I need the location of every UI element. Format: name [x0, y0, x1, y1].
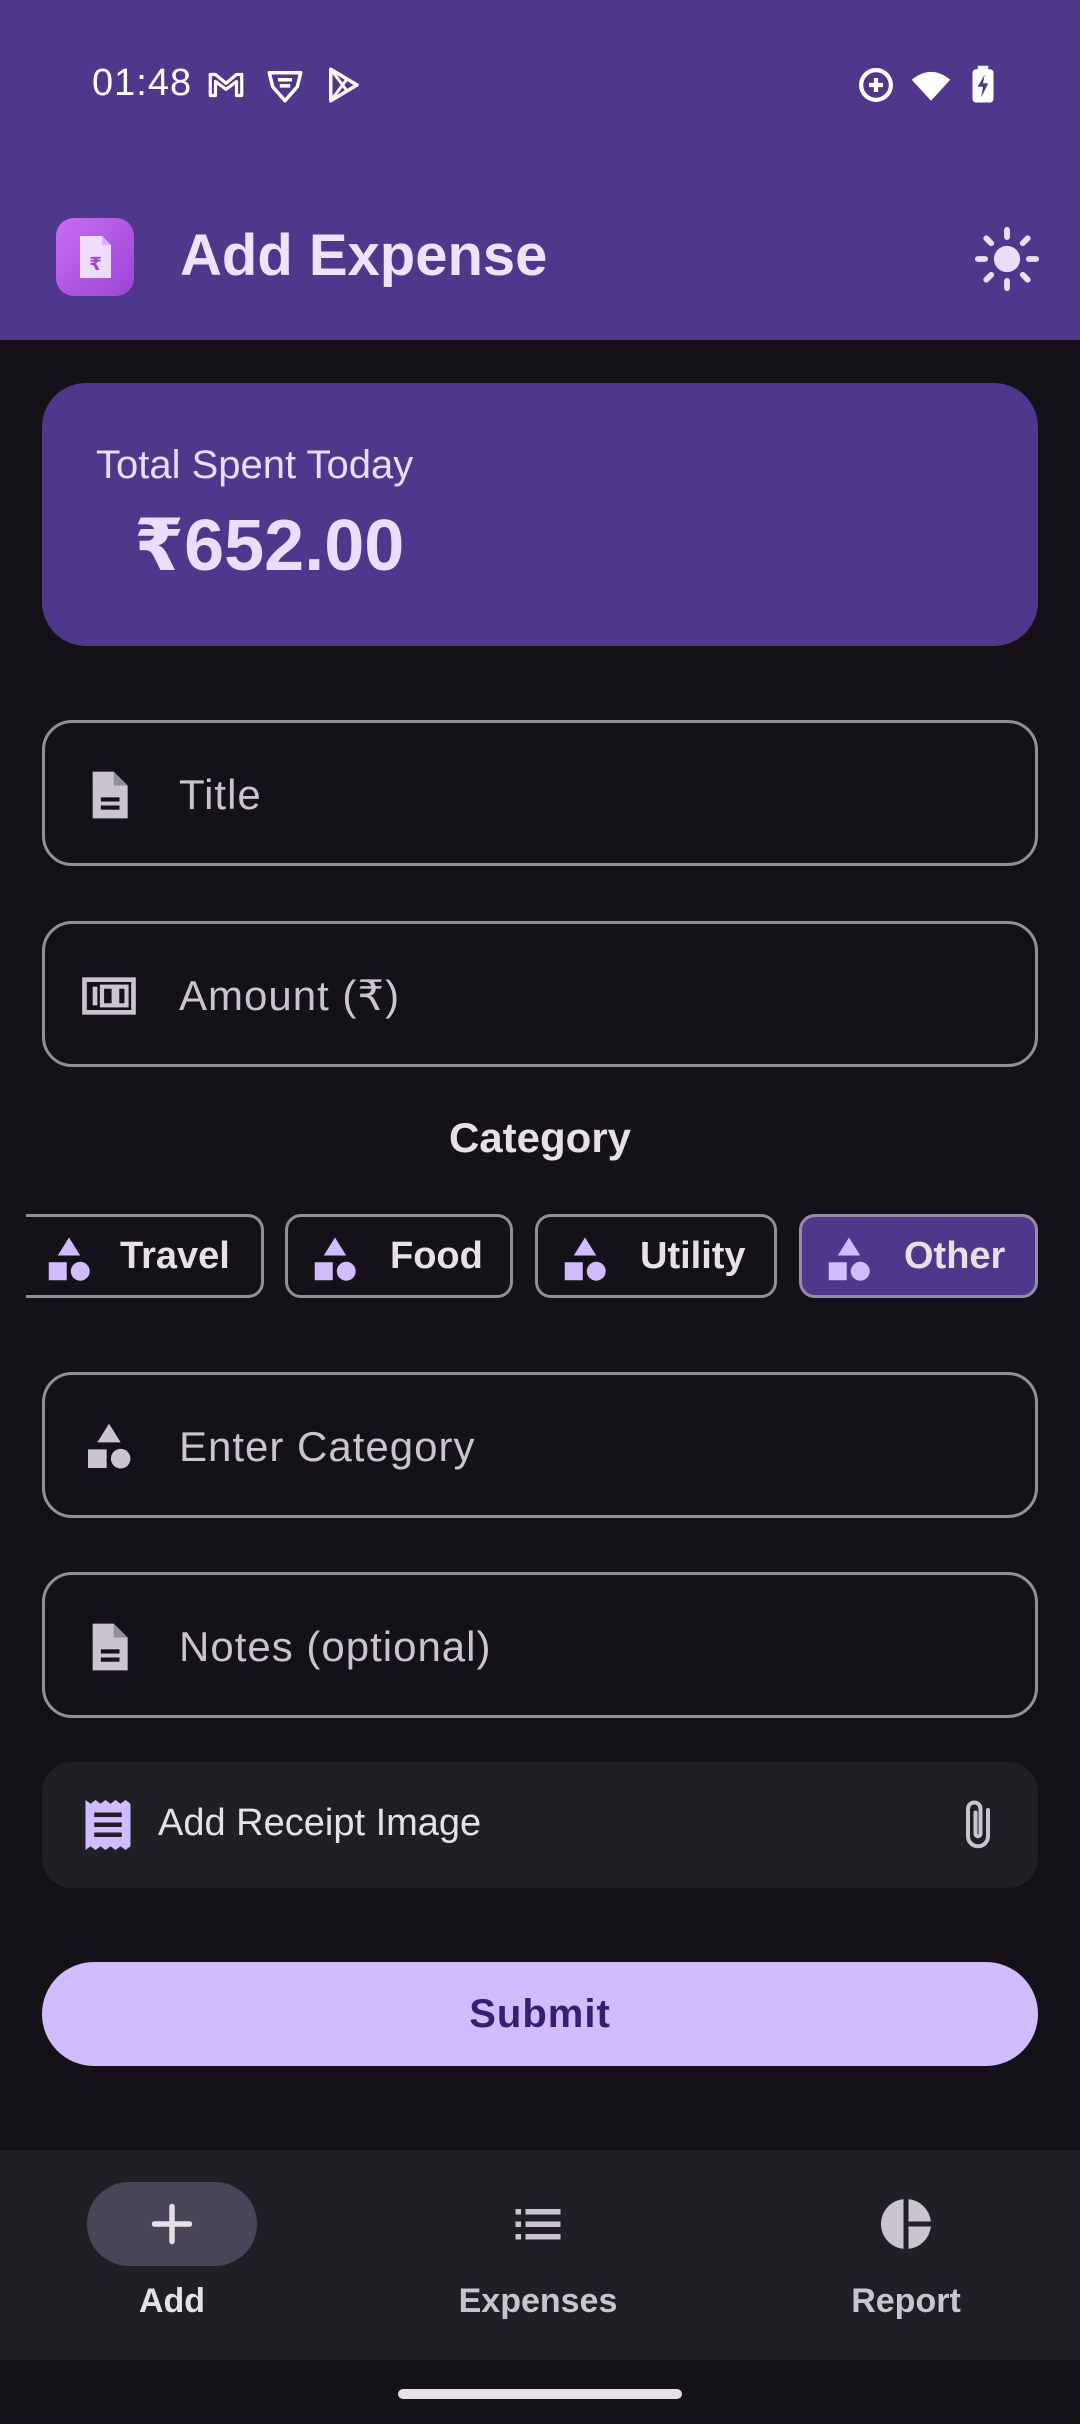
status-bar: 01:48	[0, 0, 1080, 180]
category-shapes-icon	[828, 1237, 870, 1281]
receipt-rupee-icon: ₹	[56, 218, 134, 296]
money-icon	[82, 977, 136, 1015]
category-chip-food[interactable]: Food	[285, 1214, 513, 1298]
category-chip-other[interactable]: Other	[799, 1214, 1038, 1298]
category-input[interactable]	[179, 1405, 999, 1489]
play-store-icon	[329, 67, 359, 103]
nav-label: Report	[851, 2282, 961, 2320]
document-icon	[92, 771, 128, 819]
list-icon	[515, 2209, 561, 2240]
sun-icon[interactable]	[972, 224, 1042, 294]
battery-charging-icon	[972, 65, 994, 103]
bottom-navigation: Add Expenses Report	[0, 2150, 1080, 2360]
custom-category-field[interactable]	[42, 1372, 1038, 1518]
amount-input[interactable]	[179, 954, 999, 1038]
pie-chart-icon	[880, 2199, 931, 2249]
wifi-icon	[911, 71, 951, 101]
svg-text:₹: ₹	[89, 254, 102, 275]
total-spent-card: Total Spent Today ₹652.00	[42, 383, 1038, 646]
page-title: Add Expense	[180, 223, 548, 288]
notes-field[interactable]	[42, 1572, 1038, 1718]
nav-item-add[interactable]: Add	[26, 2182, 326, 2332]
nav-item-report[interactable]: Report	[760, 2182, 1060, 2332]
nav-label: Add	[138, 2282, 206, 2320]
amount-field[interactable]	[42, 921, 1038, 1067]
data-saver-icon	[859, 68, 893, 102]
nav-label: Expenses	[458, 2282, 618, 2320]
category-shapes-icon	[48, 1237, 90, 1281]
category-chip-utility[interactable]: Utility	[535, 1214, 777, 1298]
add-receipt-button[interactable]: Add Receipt Image	[42, 1762, 1038, 1888]
receipt-icon	[85, 1800, 131, 1850]
chip-label: Food	[390, 1235, 483, 1277]
home-indicator[interactable]	[398, 2389, 682, 2399]
title-field[interactable]	[42, 720, 1038, 866]
category-shapes-icon	[88, 1423, 131, 1469]
title-input[interactable]	[179, 753, 999, 837]
notes-input[interactable]	[179, 1605, 999, 1689]
category-heading: Category	[448, 1114, 632, 1161]
add-receipt-label: Add Receipt Image	[158, 1802, 482, 1844]
category-chip-row: Travel Food Utility Other	[0, 1214, 1080, 1300]
gmail-icon	[208, 72, 244, 98]
vpn-shield-icon	[267, 71, 303, 103]
total-spent-label: Total Spent Today	[96, 443, 414, 487]
chip-label: Travel	[120, 1235, 230, 1277]
chip-label: Other	[904, 1235, 1006, 1277]
status-time: 01:48	[92, 62, 193, 104]
category-shapes-icon	[314, 1237, 356, 1281]
document-icon	[92, 1623, 128, 1671]
category-shapes-icon	[564, 1237, 606, 1281]
plus-icon	[151, 2203, 193, 2245]
submit-button[interactable]: Submit	[42, 1962, 1038, 2066]
paperclip-icon[interactable]	[948, 1792, 1008, 1858]
chip-label: Utility	[640, 1235, 746, 1277]
total-spent-amount: ₹652.00	[134, 506, 405, 586]
category-chip-travel[interactable]: Travel	[26, 1214, 264, 1298]
nav-item-expenses[interactable]: Expenses	[392, 2182, 692, 2332]
